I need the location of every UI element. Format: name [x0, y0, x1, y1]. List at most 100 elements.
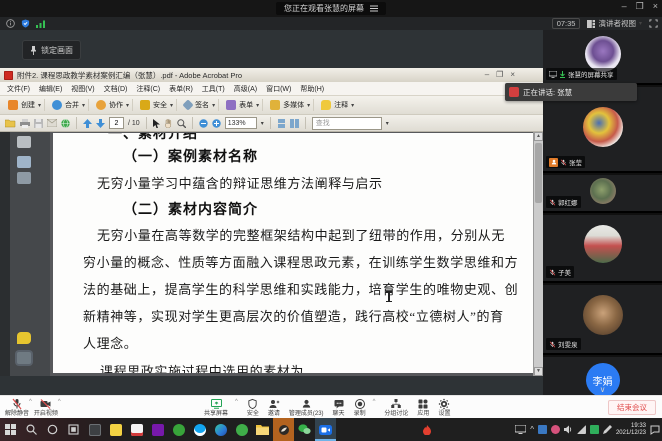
end-meeting-button[interactable]: 结束会议 — [608, 400, 656, 415]
previous-page-icon[interactable] — [83, 119, 92, 128]
scroll-up-arrow[interactable]: ▲ — [534, 132, 543, 141]
security-button[interactable]: 安全 — [247, 398, 259, 417]
taskbar-search-icon[interactable] — [21, 418, 42, 441]
web-link-icon[interactable] — [61, 119, 70, 128]
start-video-button[interactable]: 开启视频 — [34, 398, 58, 417]
menu-window[interactable]: 窗口(W) — [266, 84, 291, 94]
invite-button[interactable]: 邀请 — [268, 398, 280, 417]
zoom-dropdown-icon[interactable]: ▾ — [261, 120, 264, 127]
tray-network-icon[interactable] — [577, 425, 586, 434]
tool-forms[interactable]: 表单▾ — [223, 99, 263, 111]
edge-browser-icon[interactable] — [210, 418, 231, 441]
breakout-rooms-button[interactable]: 分组讨论 — [384, 398, 408, 417]
watching-banner[interactable]: 您正在观看张慧的屏幕 — [276, 2, 386, 15]
apps-button[interactable]: 应用 — [417, 398, 429, 417]
tray-expand-caret[interactable]: ^ — [530, 426, 534, 434]
scroll-more-chevron-icon[interactable]: ∨ — [600, 386, 606, 394]
fullscreen-icon[interactable] — [649, 19, 658, 28]
open-file-icon[interactable] — [5, 119, 16, 128]
save-icon[interactable] — [34, 119, 43, 128]
file-explorer-icon[interactable] — [252, 418, 273, 441]
comments-pane-icon[interactable] — [17, 332, 31, 344]
menu-help[interactable]: 帮助(H) — [300, 84, 324, 94]
tray-pen-icon[interactable] — [603, 425, 612, 434]
pin-view-button[interactable]: 锁定画面 — [22, 40, 81, 60]
unmute-options-caret[interactable]: ^ — [29, 399, 32, 405]
acrobat-minimize-button[interactable]: – — [485, 70, 489, 80]
view-mode-button[interactable]: 演讲者视图 ▾ — [587, 18, 642, 29]
menu-forms[interactable]: 表单(R) — [169, 84, 193, 94]
scroll-down-arrow[interactable]: ▼ — [534, 367, 543, 376]
share-screen-button[interactable]: 共享屏幕 — [204, 398, 228, 417]
task-view-icon[interactable] — [63, 418, 84, 441]
marquee-zoom-icon[interactable] — [177, 119, 186, 128]
wechat-app-icon[interactable] — [294, 418, 315, 441]
tool-create[interactable]: 创建▾ — [5, 99, 45, 111]
zoom-out-icon[interactable] — [199, 119, 208, 128]
close-button[interactable]: × — [653, 0, 658, 13]
tencent-meeting-app-icon[interactable] — [315, 418, 336, 441]
fit-page-icon[interactable] — [290, 119, 299, 128]
presentation-display-icon[interactable] — [515, 425, 526, 434]
menu-edit[interactable]: 编辑(E) — [39, 84, 62, 94]
tool-sign[interactable]: 签名▾ — [181, 99, 219, 111]
action-center-icon[interactable] — [650, 425, 660, 435]
participant-tile[interactable]: 子美 — [543, 215, 662, 283]
cortana-icon[interactable] — [42, 418, 63, 441]
menu-tools[interactable]: 工具(T) — [202, 84, 225, 94]
wps-app-icon[interactable] — [168, 418, 189, 441]
print-icon[interactable] — [20, 119, 30, 128]
tray-app-pink-icon[interactable] — [551, 425, 560, 434]
taskbar-clock[interactable]: 19:33 2021/12/23 — [616, 423, 646, 437]
menu-document[interactable]: 文档(D) — [104, 84, 128, 94]
network-signal-icon[interactable] — [36, 20, 46, 28]
scrollbar-thumb[interactable] — [535, 143, 542, 203]
menu-comments[interactable]: 注释(C) — [136, 84, 160, 94]
acrobat-titlebar[interactable]: 附件2. 课程思政教学素材案例汇编（张慧）.pdf - Adobe Acroba… — [0, 68, 543, 82]
security-app-icon[interactable] — [231, 418, 252, 441]
acrobat-restore-button[interactable]: ❐ — [496, 70, 503, 80]
tool-combine[interactable]: 合并▾ — [49, 99, 89, 111]
find-dropdown-icon[interactable]: ▾ — [386, 120, 389, 127]
email-icon[interactable] — [47, 119, 57, 127]
tray-volume-icon[interactable] — [564, 425, 573, 434]
manage-members-button[interactable]: 管理成员(23) — [289, 398, 324, 417]
onenote-app-icon[interactable] — [147, 418, 168, 441]
info-icon[interactable] — [6, 19, 15, 28]
tool-secure[interactable]: 安全▾ — [137, 99, 177, 111]
page-thumbnails-icon[interactable] — [17, 136, 31, 148]
pdf-page[interactable]: 一、素材介绍 （一）案例素材名称 无穷小量学习中蕴含的辩证思维方法阐释与启示 （… — [53, 133, 533, 373]
active-orange-app-icon[interactable] — [273, 418, 294, 441]
sticky-notes-app-icon[interactable] — [105, 418, 126, 441]
hamburger-menu-icon[interactable] — [370, 5, 378, 12]
qq-app-icon[interactable] — [189, 418, 210, 441]
settings-button[interactable]: 设置 — [438, 398, 450, 417]
participant-tile-share[interactable]: 张慧的屏幕共享 — [543, 30, 662, 85]
signatures-icon[interactable] — [17, 172, 31, 184]
zoom-in-icon[interactable] — [212, 119, 221, 128]
menu-view[interactable]: 视图(V) — [71, 84, 94, 94]
start-button[interactable] — [0, 418, 21, 441]
menu-advanced[interactable]: 高级(A) — [234, 84, 257, 94]
select-tool-icon[interactable] — [153, 119, 160, 128]
tool-collaborate[interactable]: 协作▾ — [93, 99, 133, 111]
tray-defender-icon[interactable] — [538, 425, 547, 434]
acrobat-close-button[interactable]: × — [510, 70, 515, 80]
video-options-caret[interactable]: ^ — [58, 399, 61, 405]
participant-tile[interactable]: 李娟 ∨ — [543, 357, 662, 395]
zoom-level-select[interactable]: 133% — [225, 117, 257, 129]
calculator-app-icon[interactable] — [84, 418, 105, 441]
tray-shield-green-icon[interactable] — [590, 425, 599, 434]
document-scrollbar[interactable]: ▲ ▼ — [533, 132, 543, 376]
record-button[interactable]: 录制 — [354, 398, 366, 417]
page-number-input[interactable] — [109, 117, 124, 129]
find-input[interactable] — [312, 117, 382, 130]
wechat-work-app-icon[interactable] — [126, 418, 147, 441]
flame-notification-icon[interactable] — [423, 425, 431, 435]
minimize-button[interactable]: – — [622, 0, 627, 13]
bookmarks-icon[interactable] — [17, 156, 31, 168]
next-page-icon[interactable] — [96, 119, 105, 128]
share-options-caret[interactable]: ^ — [235, 399, 238, 405]
participant-tile[interactable]: 刘雯泉 — [543, 285, 662, 355]
hand-tool-icon[interactable] — [164, 119, 173, 128]
